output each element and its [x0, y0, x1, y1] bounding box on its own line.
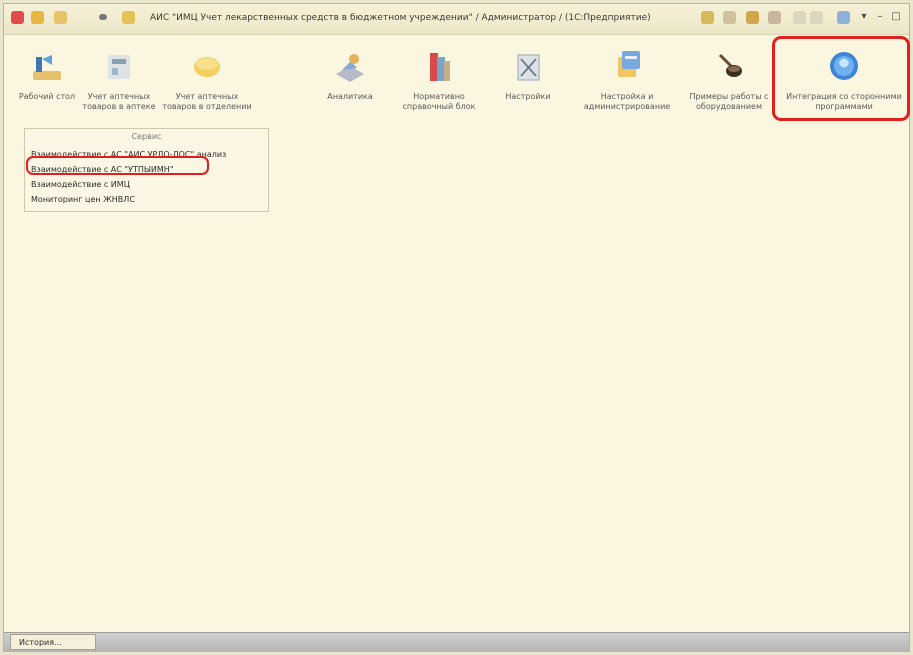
- section-label: Нормативно справочный блок: [402, 92, 476, 111]
- calendar-icon[interactable]: [768, 11, 781, 24]
- admin-icon: [618, 51, 640, 77]
- section-label: Примеры работы с оборудованием: [689, 92, 769, 111]
- history-icon[interactable]: [723, 11, 736, 24]
- integration-highlight: [772, 36, 910, 121]
- history-tab[interactable]: История...: [10, 634, 96, 650]
- section-label: Аналитика: [327, 92, 373, 101]
- section-equipment-examples[interactable]: Примеры работы с оборудованием: [685, 35, 773, 127]
- maximize-button[interactable]: □: [888, 10, 904, 24]
- section-pharmacy-accounting[interactable]: Учет аптечных товаров в аптеке: [82, 35, 156, 127]
- dropdown-icon[interactable]: [99, 14, 107, 20]
- submenu-title: Сервис: [131, 132, 162, 141]
- section-label: Настройка и администрирование: [583, 92, 671, 111]
- section-analytics[interactable]: Аналитика: [317, 35, 383, 127]
- section-label: Рабочий стол: [18, 92, 76, 101]
- pharmacy-icon: [108, 55, 130, 79]
- section-label: Учет аптечных товаров в отделении: [162, 92, 252, 111]
- submenu-highlight: [26, 156, 209, 175]
- pill-icon: [194, 57, 220, 77]
- analytics-icon: [336, 54, 364, 82]
- section-department-accounting[interactable]: Учет аптечных товаров в отделении: [162, 35, 252, 127]
- help-icon[interactable]: [837, 11, 850, 24]
- back-icon[interactable]: [31, 11, 44, 24]
- books-icon: [430, 53, 450, 81]
- submenu-item-price-monitoring[interactable]: Мониторинг цен ЖНВЛС: [31, 195, 135, 204]
- section-desktop[interactable]: Рабочий стол: [18, 35, 76, 127]
- section-administration[interactable]: Настройка и администрирование: [577, 35, 677, 127]
- submenu-item-imc[interactable]: Взаимодействие с ИМЦ: [31, 180, 130, 189]
- memory-plus-icon[interactable]: [793, 11, 806, 24]
- section-settings[interactable]: Настройки: [495, 35, 561, 127]
- desktop-icon: [33, 55, 61, 80]
- app-menu-icon[interactable]: [11, 11, 24, 24]
- minimize-button[interactable]: ▾: [856, 10, 872, 24]
- window-title: АИС "ИМЦ Учет лекарственных средств в бю…: [150, 13, 651, 23]
- settings-icon: [517, 54, 540, 81]
- section-normative-reference[interactable]: Нормативно справочный блок: [394, 35, 484, 127]
- forward-icon[interactable]: [54, 11, 67, 24]
- section-label: Учет аптечных товаров в аптеке: [82, 92, 156, 111]
- equipment-icon: [718, 53, 742, 77]
- calculator-icon[interactable]: [746, 11, 759, 24]
- section-label: Настройки: [505, 92, 551, 101]
- bottom-bar: История...: [4, 632, 909, 651]
- title-bar: АИС "ИМЦ Учет лекарственных средств в бю…: [4, 4, 909, 35]
- home-icon[interactable]: [122, 11, 135, 24]
- restore-button[interactable]: –: [872, 10, 888, 24]
- favorites-icon[interactable]: [701, 11, 714, 24]
- memory-minus-icon[interactable]: [810, 11, 823, 24]
